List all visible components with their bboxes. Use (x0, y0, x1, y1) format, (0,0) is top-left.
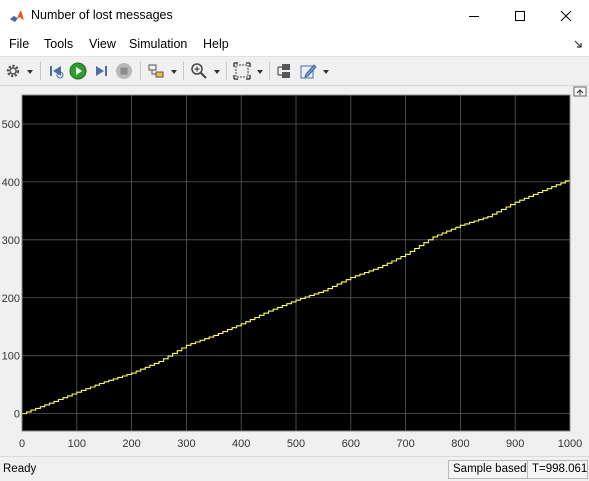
minimize-icon (469, 16, 479, 17)
menu-tools[interactable]: Tools (44, 37, 73, 51)
close-icon (560, 10, 572, 22)
settings-button[interactable] (4, 61, 22, 81)
edit-dropdown-caret[interactable] (323, 70, 329, 74)
time-indicator: T=998.061 (527, 460, 588, 479)
edit-icon (300, 64, 317, 79)
step-back-icon (50, 66, 64, 79)
maximize-icon (515, 11, 525, 21)
signal-select-icon (277, 64, 290, 78)
autoscale-dropdown-caret[interactable] (257, 70, 263, 74)
maximize-button[interactable] (497, 0, 543, 32)
menu-view[interactable]: View (89, 37, 116, 51)
highlight-dropdown-caret[interactable] (171, 70, 177, 74)
toolbar (0, 57, 589, 86)
stop-icon (116, 63, 132, 79)
x-tick-label: 800 (451, 438, 469, 450)
menu-help[interactable]: Help (203, 37, 229, 51)
x-tick-label: 0 (19, 438, 25, 450)
y-tick-label: 500 (2, 119, 20, 131)
menu-bar: File Tools View Simulation Help (0, 32, 589, 57)
toolbar-separator (226, 62, 227, 80)
zoom-dropdown-caret[interactable] (214, 70, 220, 74)
dock-arrow-icon[interactable] (573, 39, 583, 49)
run-button[interactable] (68, 61, 88, 81)
zoom-button[interactable] (189, 61, 209, 81)
highlight-block-icon (148, 64, 164, 78)
window-title: Number of lost messages (31, 8, 173, 22)
x-tick-label: 400 (232, 438, 250, 450)
matlab-icon (10, 10, 24, 22)
autoscale-icon (233, 62, 251, 80)
run-icon (69, 62, 87, 80)
step-forward-button[interactable] (91, 61, 111, 81)
toolbar-separator (40, 62, 41, 80)
x-tick-label: 900 (506, 438, 524, 450)
edit-properties-button[interactable] (298, 61, 318, 81)
y-tick-label: 0 (14, 409, 20, 421)
zoom-icon (191, 63, 207, 79)
close-button[interactable] (543, 0, 589, 32)
title-bar: Number of lost messages (0, 0, 589, 32)
stop-button[interactable] (114, 61, 134, 81)
menu-file[interactable]: File (9, 37, 29, 51)
x-tick-label: 300 (177, 438, 195, 450)
y-tick-label: 100 (2, 351, 20, 363)
y-tick-label: 200 (2, 293, 20, 305)
minimize-button[interactable] (451, 0, 497, 32)
scope-plot-panel: 0 100 200 300 400 500 600 700 800 900 1000 0 100 200 3… (0, 86, 589, 456)
menu-simulation[interactable]: Simulation (129, 37, 187, 51)
toolbar-separator (269, 62, 270, 80)
x-tick-label: 500 (287, 438, 305, 450)
y-tick-label: 300 (2, 235, 20, 247)
autoscale-button[interactable] (232, 61, 252, 81)
status-bar: Ready Sample based T=998.061 (0, 456, 589, 481)
x-tick-label: 600 (342, 438, 360, 450)
status-ready: Ready (3, 463, 37, 475)
sample-mode-indicator: Sample based (448, 460, 530, 479)
x-tick-label: 100 (68, 438, 86, 450)
toolbar-separator (183, 62, 184, 80)
y-tick-label: 400 (2, 177, 20, 189)
settings-dropdown-caret[interactable] (27, 70, 33, 74)
toolbar-separator (140, 62, 141, 80)
gear-icon (6, 64, 20, 78)
highlight-block-button[interactable] (146, 61, 166, 81)
step-back-button[interactable] (46, 61, 66, 81)
scope-chart[interactable]: 0 100 200 300 400 500 600 700 800 900 1000 0 100 200 3… (0, 86, 589, 456)
signal-select-button[interactable] (275, 61, 295, 81)
x-tick-label: 700 (396, 438, 414, 450)
x-tick-label: 1000 (558, 438, 582, 450)
step-forward-icon (96, 66, 107, 76)
x-tick-label: 200 (122, 438, 140, 450)
